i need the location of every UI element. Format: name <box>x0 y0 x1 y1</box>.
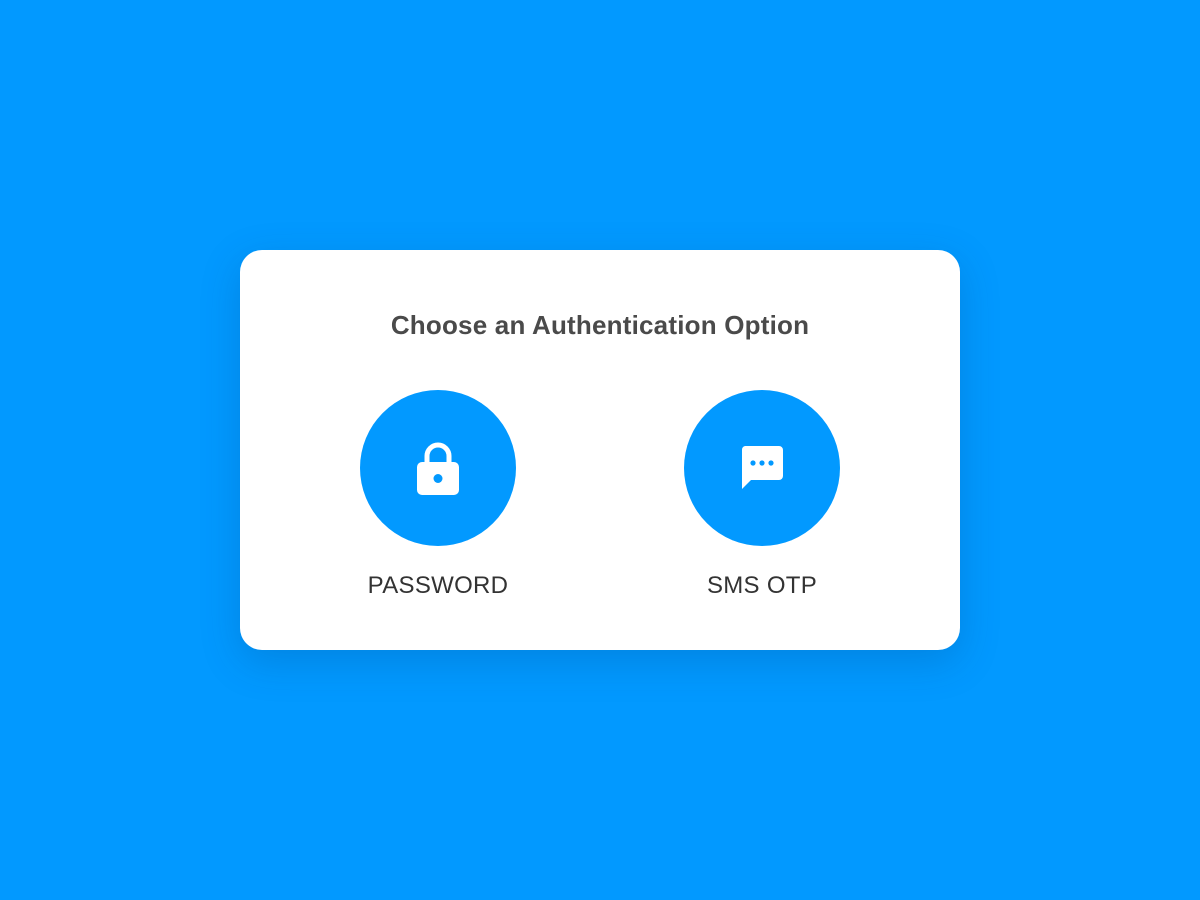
dialog-title: Choose an Authentication Option <box>390 310 810 340</box>
sms-otp-option-button[interactable]: SMS OTP <box>662 390 862 600</box>
password-option-circle[interactable] <box>360 390 516 546</box>
auth-options-dialog: Choose an Authentication Option PASSWORD <box>240 250 960 650</box>
password-option-label: PASSWORD <box>367 572 509 599</box>
password-option-button[interactable]: PASSWORD <box>338 390 538 600</box>
lock-icon <box>416 440 460 496</box>
sms-otp-option-circle[interactable] <box>684 390 840 546</box>
sms-otp-option-label: SMS OTP <box>706 572 818 599</box>
sms-chat-icon <box>740 445 784 491</box>
